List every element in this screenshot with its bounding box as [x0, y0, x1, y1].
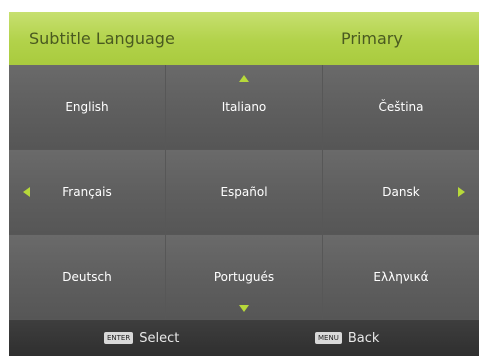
language-option-greek[interactable]: Ελληνικά — [323, 235, 479, 319]
language-option-deutsch[interactable]: Deutsch — [9, 235, 165, 319]
language-label: Dansk — [382, 185, 420, 199]
language-option-dansk[interactable]: Dansk — [323, 150, 479, 234]
back-hint: MENU Back — [315, 320, 379, 356]
language-option-english[interactable]: English — [9, 65, 165, 149]
language-label: Portugués — [213, 270, 275, 284]
scroll-up-arrow-icon[interactable] — [239, 75, 249, 82]
dialog-title: Subtitle Language — [29, 29, 175, 48]
language-label: Ελληνικά — [373, 270, 429, 284]
language-label: Español — [220, 185, 268, 199]
language-label: Čeština — [378, 100, 424, 114]
dialog-header: Subtitle Language Primary — [9, 12, 479, 65]
select-hint-label: Select — [139, 330, 180, 346]
language-option-cestina[interactable]: Čeština — [323, 65, 479, 149]
language-label: Français — [62, 185, 112, 199]
subtitle-language-dialog: Subtitle Language Primary English Italia… — [9, 12, 479, 356]
scroll-right-arrow-icon[interactable] — [458, 187, 465, 197]
language-label: Italiano — [221, 100, 267, 114]
footer-hint-bar: ENTER Select MENU Back — [9, 320, 479, 356]
scroll-down-arrow-icon[interactable] — [239, 305, 249, 312]
subtitle-mode-value[interactable]: Primary — [341, 12, 451, 65]
language-option-espanol[interactable]: Español — [166, 150, 322, 234]
language-label: Deutsch — [62, 270, 112, 284]
language-grid: English Italiano Čeština Français Españo… — [9, 65, 479, 320]
scroll-left-arrow-icon[interactable] — [23, 187, 30, 197]
back-hint-label: Back — [347, 330, 380, 346]
language-option-francais[interactable]: Français — [9, 150, 165, 234]
language-label: English — [65, 100, 109, 114]
enter-key-icon: ENTER — [104, 332, 134, 344]
select-hint: ENTER Select — [104, 320, 179, 356]
menu-key-icon: MENU — [315, 332, 342, 344]
